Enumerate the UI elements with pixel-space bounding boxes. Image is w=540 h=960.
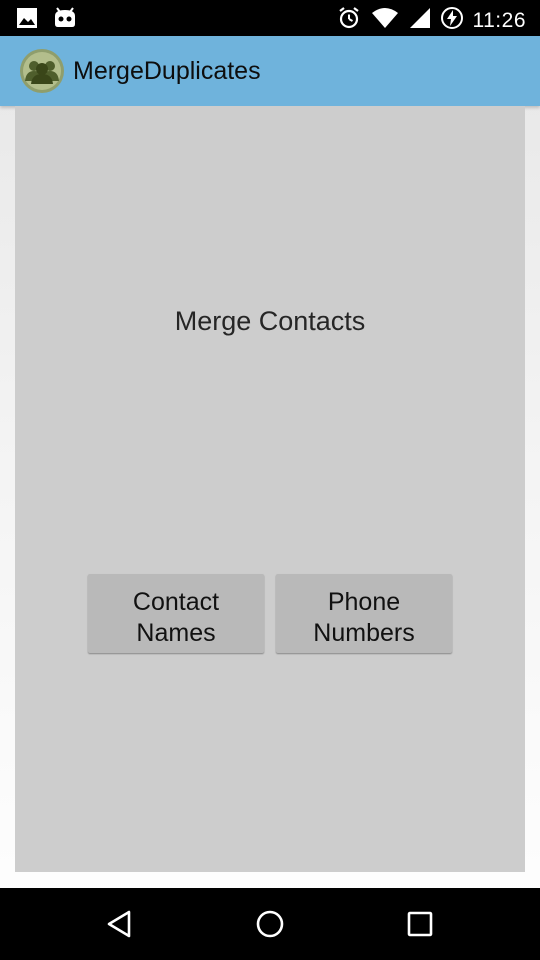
alarm-icon <box>337 6 361 35</box>
signal-icon <box>409 7 431 34</box>
android-debug-icon <box>52 7 78 34</box>
contact-names-button-line2: Names <box>136 619 216 647</box>
clock: 11:26 <box>472 8 526 32</box>
battery-charging-icon <box>440 6 463 35</box>
status-bar: 11:26 <box>0 0 540 36</box>
contact-names-button-line1: Contact <box>132 588 220 616</box>
home-icon[interactable] <box>250 904 290 944</box>
contacts-group-icon[interactable] <box>20 49 64 93</box>
system-status: 11:26 <box>337 6 527 35</box>
action-bar: MergeDuplicates <box>0 36 540 106</box>
app-title: MergeDuplicates <box>73 57 261 85</box>
page-title: Merge Contacts <box>174 306 366 336</box>
notification-icons <box>16 7 78 34</box>
navigation-bar <box>0 888 540 960</box>
recents-icon[interactable] <box>400 904 440 944</box>
phone-numbers-button-line2: Numbers <box>313 619 415 647</box>
phone-numbers-button[interactable]: Phone Numbers <box>276 574 452 653</box>
wifi-icon <box>371 7 399 34</box>
back-icon[interactable] <box>100 904 140 944</box>
phone-numbers-button-line1: Phone <box>327 588 401 616</box>
contact-names-button[interactable]: Contact Names <box>88 574 264 653</box>
main-panel: Merge Contacts Contact Names Phone Numbe… <box>15 106 525 872</box>
gallery-icon <box>16 7 38 34</box>
